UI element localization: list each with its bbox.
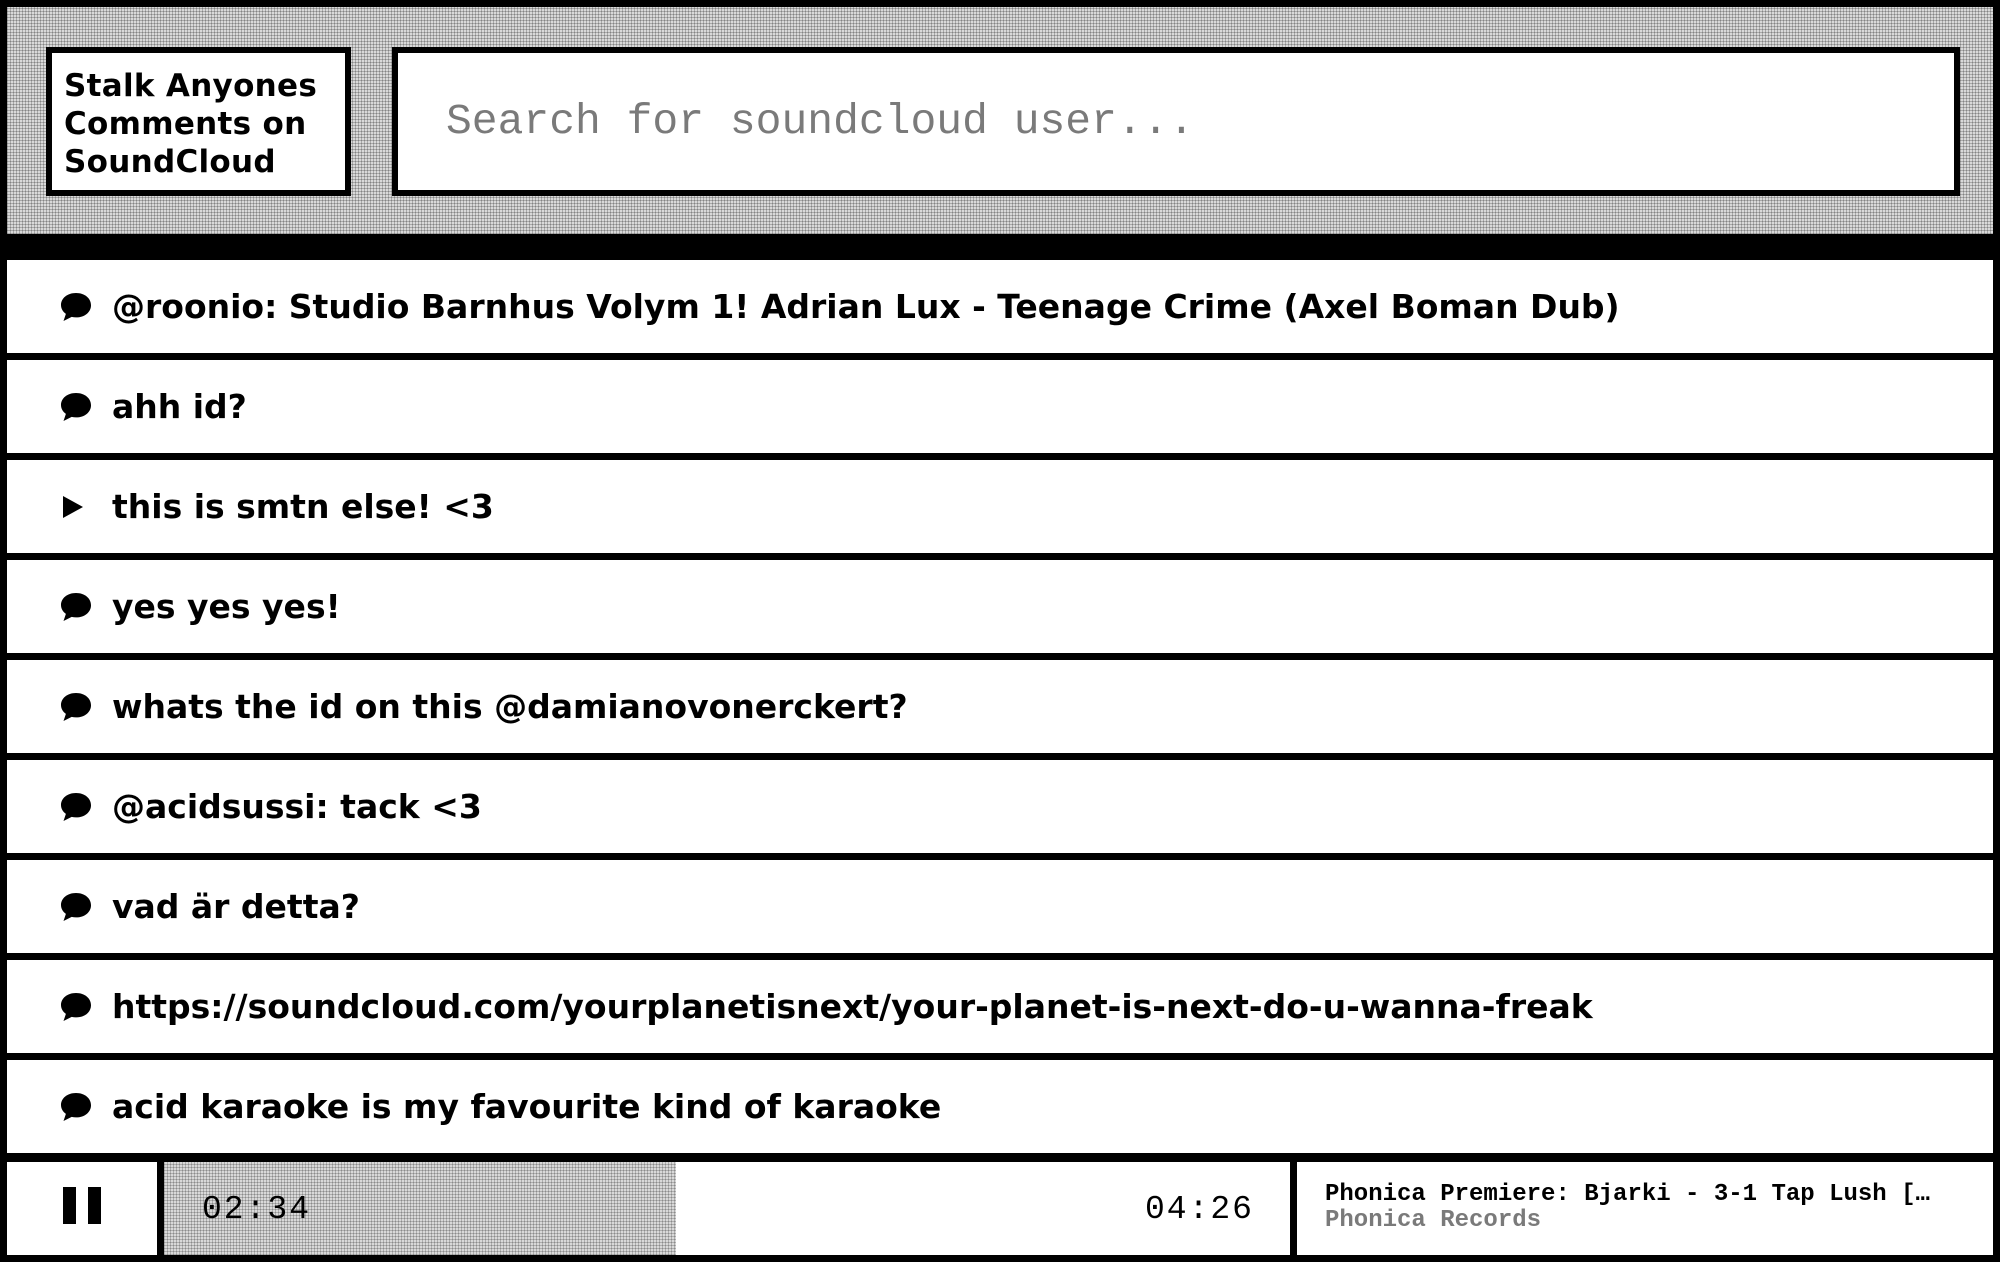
search-box — [392, 47, 1960, 196]
now-playing[interactable]: Phonica Premiere: Bjarki - 3-1 Tap Lush … — [1297, 1162, 1993, 1255]
comment-text: yes yes yes! — [112, 587, 341, 626]
comment-row[interactable]: @acidsussi: tack <3 — [7, 760, 1993, 853]
total-time: 04:26 — [1144, 1191, 1254, 1228]
comment-bubble-icon — [59, 891, 93, 923]
comment-text: whats the id on this @damianovonerckert? — [112, 687, 908, 726]
app-frame: Stalk Anyones Comments on SoundCloud @ro… — [0, 0, 2000, 1262]
comment-text: @acidsussi: tack <3 — [112, 787, 482, 826]
comment-text: acid karaoke is my favourite kind of kar… — [112, 1087, 942, 1126]
player-bar: 02:34 04:26 Phonica Premiere: Bjarki - 3… — [7, 1162, 1993, 1255]
comment-bubble-icon — [59, 391, 93, 423]
comment-row[interactable]: ahh id? — [7, 360, 1993, 453]
comment-row[interactable]: vad är detta? — [7, 860, 1993, 953]
comment-row[interactable]: yes yes yes! — [7, 560, 1993, 653]
comment-text: this is smtn else! <3 — [112, 487, 494, 526]
pause-button[interactable] — [7, 1162, 157, 1255]
app-title-line-3: SoundCloud — [64, 144, 276, 180]
comment-bubble-icon — [59, 691, 93, 723]
track-title: Phonica Premiere: Bjarki - 3-1 Tap Lush … — [1325, 1182, 1930, 1208]
app-title-line-2: Comments on — [64, 106, 307, 142]
comment-text: https://soundcloud.com/yourplanetisnext/… — [112, 987, 1593, 1026]
comment-row[interactable]: acid karaoke is my favourite kind of kar… — [7, 1060, 1993, 1153]
comment-bubble-icon — [59, 291, 93, 323]
comment-row[interactable]: @roonio: Studio Barnhus Volym 1! Adrian … — [7, 260, 1993, 353]
comment-list: @roonio: Studio Barnhus Volym 1! Adrian … — [7, 260, 1993, 1160]
progress-bar[interactable]: 02:34 04:26 — [164, 1162, 1290, 1255]
track-artist: Phonica Records — [1325, 1207, 1542, 1234]
app-logo: Stalk Anyones Comments on SoundCloud — [46, 47, 351, 196]
comment-row[interactable]: https://soundcloud.com/yourplanetisnext/… — [7, 960, 1993, 1053]
comment-bubble-icon — [59, 791, 93, 823]
comment-text: vad är detta? — [112, 887, 360, 926]
search-input[interactable] — [398, 53, 1954, 190]
current-time: 02:34 — [202, 1191, 312, 1228]
comment-bubble-icon — [59, 591, 93, 623]
comment-bubble-icon — [59, 991, 93, 1023]
play-triangle-icon — [59, 491, 93, 523]
comment-bubble-icon — [59, 1091, 93, 1123]
comment-row[interactable]: whats the id on this @damianovonerckert? — [7, 660, 1993, 753]
header: Stalk Anyones Comments on SoundCloud — [7, 7, 1993, 234]
comment-row[interactable]: this is smtn else! <3 — [7, 460, 1993, 553]
comment-text: @roonio: Studio Barnhus Volym 1! Adrian … — [112, 287, 1620, 326]
app-title-line-1: Stalk Anyones — [64, 68, 318, 104]
comment-text: ahh id? — [112, 387, 247, 426]
